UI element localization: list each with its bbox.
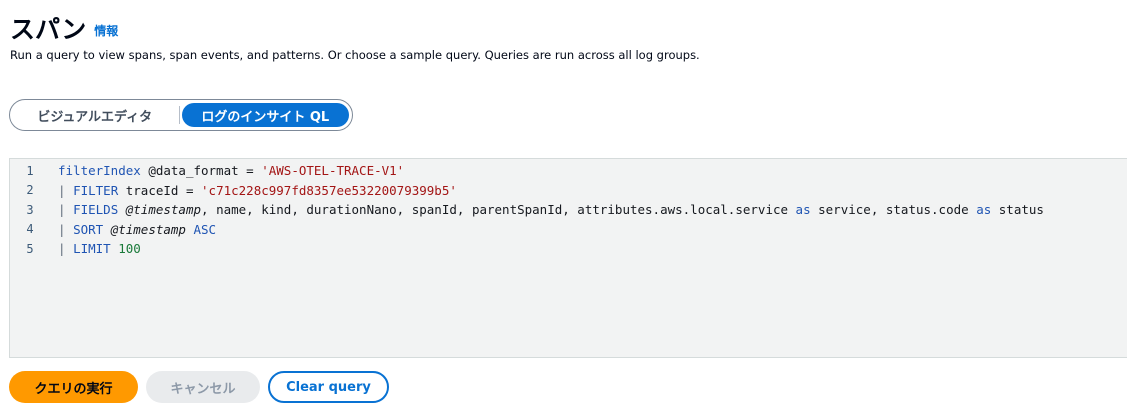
code-text: | FILTER traceId = 'c71c228c997fd8357ee5… [58, 182, 457, 198]
code-line: 1 filterIndex @data_format = 'AWS-OTEL-T… [10, 161, 1127, 181]
code-line: 2 | FILTER traceId = 'c71c228c997fd8357e… [10, 181, 1127, 201]
line-number: 3 [26, 202, 34, 217]
page-header: スパン 情報 [10, 10, 118, 46]
line-number: 5 [26, 241, 34, 256]
logs-insights-ql-option[interactable]: ログのインサイト QL [181, 103, 349, 127]
query-mode-toggle: ビジュアルエディタ ログのインサイト QL [9, 99, 353, 131]
code-token: filterIndex [58, 163, 141, 179]
code-text: filterIndex @data_format = 'AWS-OTEL-TRA… [58, 163, 405, 179]
code-line: 4 | SORT @timestamp ASC [10, 220, 1127, 240]
run-query-button[interactable]: クエリの実行 [9, 371, 138, 403]
visual-editor-option[interactable]: ビジュアルエディタ [13, 103, 177, 127]
page-description: Run a query to view spans, span events, … [10, 48, 700, 62]
code-line: 5 | LIMIT 100 [10, 239, 1127, 259]
code-text: | LIMIT 100 [58, 241, 141, 257]
code-token: 'AWS-OTEL-TRACE-V1' [261, 163, 405, 179]
page-title: スパン [10, 15, 87, 44]
line-number: 1 [26, 163, 34, 178]
line-number: 2 [26, 183, 34, 198]
query-editor[interactable]: 1 filterIndex @data_format = 'AWS-OTEL-T… [9, 158, 1127, 358]
line-number: 4 [26, 222, 34, 237]
cancel-button[interactable]: キャンセル [146, 371, 260, 403]
toggle-divider [178, 106, 180, 124]
code-line: 3 | FIELDS @timestamp, name, kind, durat… [10, 200, 1127, 220]
clear-query-button[interactable]: Clear query [268, 371, 389, 403]
info-link[interactable]: 情報 [94, 22, 118, 39]
code-text: | SORT @timestamp ASC [58, 221, 217, 237]
code-text: | FIELDS @timestamp, name, kind, duratio… [58, 202, 1044, 218]
